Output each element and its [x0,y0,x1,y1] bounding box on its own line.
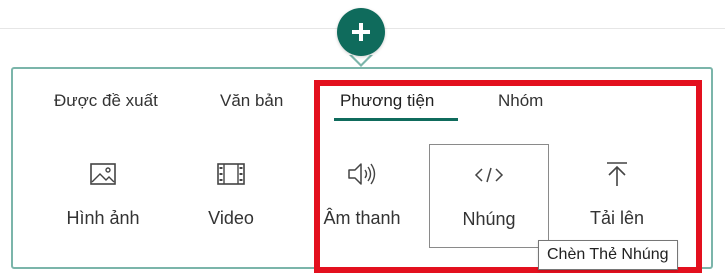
tab-media[interactable]: Phương tiện [340,91,434,111]
tile-label: Âm thanh [323,208,401,228]
add-webpart-button[interactable] [337,8,385,56]
speaker-icon [348,163,376,185]
tab-group[interactable]: Nhóm [498,91,543,111]
film-icon [217,163,245,185]
webpart-toolbox-stage: Được đề xuất Văn bản Phương tiện Nhóm Hì… [0,0,725,279]
panel-pointer-inner [352,55,370,64]
tile-audio[interactable]: Âm thanh [302,144,422,248]
plus-icon [352,23,370,41]
upload-icon [607,162,627,186]
code-icon [474,167,504,183]
image-icon [90,163,116,185]
tile-embed[interactable]: Nhúng [429,144,549,248]
tile-label: Nhúng [462,209,516,229]
selected-tab-indicator [334,118,458,121]
tile-image[interactable]: Hình ảnh [43,144,163,248]
tile-video[interactable]: Video [171,144,291,248]
tab-text[interactable]: Văn bản [220,91,283,111]
tile-label: Hình ảnh [66,208,140,228]
tile-label: Tải lên [589,208,645,228]
embed-tooltip: Chèn Thẻ Nhúng [538,240,678,270]
tile-upload[interactable]: Tải lên [557,144,677,248]
tab-suggested[interactable]: Được đề xuất [54,91,158,111]
tile-label: Video [208,208,254,228]
